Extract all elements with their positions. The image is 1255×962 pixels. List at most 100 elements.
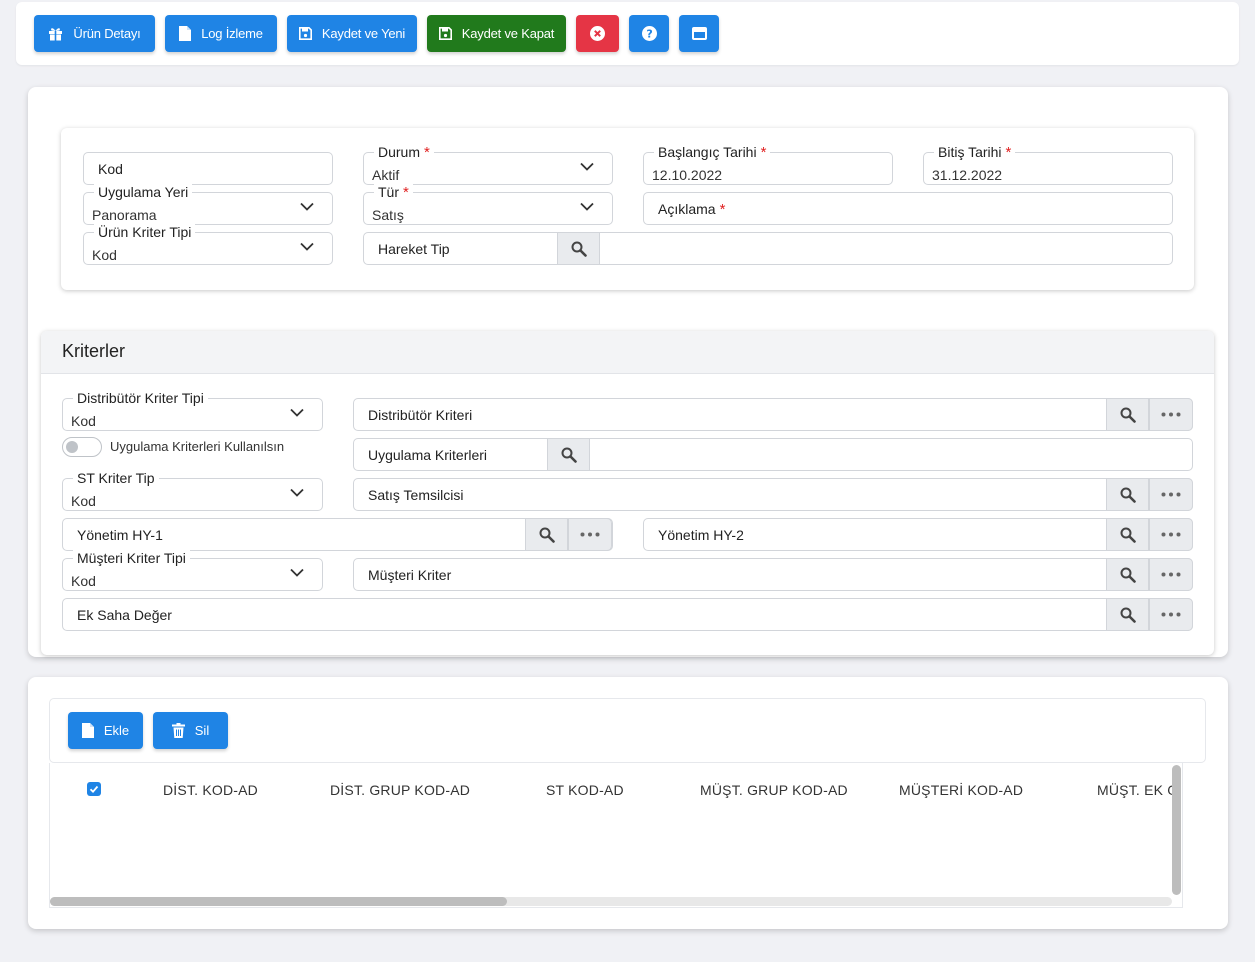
hareket-tip-search-button[interactable] <box>557 232 600 265</box>
search-icon <box>1120 527 1136 543</box>
more-horizontal-icon <box>1161 492 1181 497</box>
sil-button[interactable]: Sil <box>153 712 228 749</box>
urun-kriter-tipi-select[interactable]: Ürün Kriter Tipi Kod <box>83 223 333 265</box>
uygulama-kriterleri-field[interactable]: Uygulama Kriterleri <box>353 438 1193 471</box>
horizontal-scrollbar-thumb[interactable] <box>50 897 507 906</box>
kod-label: Kod <box>98 161 123 177</box>
hareket-tip-label: Hareket Tip <box>378 241 450 257</box>
grid-card: Ekle Sil DİST. KOD-AD DİST. GRUP KOD-AD … <box>28 677 1228 929</box>
more-horizontal-icon <box>1161 532 1181 537</box>
file-icon <box>81 723 94 738</box>
yonetim-hy1-search-button[interactable] <box>525 518 568 551</box>
vertical-scrollbar-thumb[interactable] <box>1172 765 1181 895</box>
ek-saha-deger-more-button[interactable] <box>1149 598 1193 631</box>
urun-kriter-tipi-value: Kod <box>92 247 117 263</box>
chevron-down-icon <box>290 488 304 497</box>
satis-temsilcisi-more-button[interactable] <box>1149 478 1193 511</box>
search-icon <box>571 241 587 257</box>
more-horizontal-icon <box>580 532 600 537</box>
baslangic-tarihi-value: 12.10.2022 <box>652 167 723 183</box>
toolbar: Ürün Detayı Log İzleme Kaydet ve Yeni Ka… <box>16 2 1239 65</box>
hareket-tip-field[interactable]: Hareket Tip <box>363 232 1173 265</box>
urun-detayi-button[interactable]: Ürün Detayı <box>34 15 155 52</box>
kaydet-yeni-label: Kaydet ve Yeni <box>321 26 406 41</box>
yonetim-hy2-search-button[interactable] <box>1106 518 1149 551</box>
yonetim-hy2-more-button[interactable] <box>1149 518 1193 551</box>
ek-saha-deger-field[interactable]: Ek Saha Değer <box>62 598 1193 631</box>
window-icon <box>691 27 707 40</box>
kaydet-yeni-button[interactable]: Kaydet ve Yeni <box>287 15 417 52</box>
search-icon <box>1120 567 1136 583</box>
column-header[interactable]: MÜŞTERİ KOD-AD <box>899 782 1023 798</box>
help-button[interactable]: ? <box>629 15 669 52</box>
uygulama-kriterleri-search-button[interactable] <box>547 438 590 471</box>
uygulama-kriterleri-toggle-label: Uygulama Kriterleri Kullanılsın <box>110 439 285 454</box>
kaydet-kapat-button[interactable]: Kaydet ve Kapat <box>427 15 566 52</box>
yonetim-hy1-field[interactable]: Yönetim HY-1 <box>62 518 613 551</box>
data-grid: DİST. KOD-AD DİST. GRUP KOD-AD ST KOD-AD… <box>49 763 1183 908</box>
baslangic-tarihi-field[interactable]: Başlangıç Tarihi * 12.10.2022 <box>643 143 893 185</box>
select-all-checkbox[interactable] <box>87 782 101 796</box>
uygulama-kriterleri-toggle[interactable] <box>62 437 102 457</box>
chevron-down-icon <box>290 408 304 417</box>
distributor-kriteri-label: Distribütör Kriteri <box>368 407 473 423</box>
musteri-kriter-tipi-value: Kod <box>71 573 96 589</box>
ekle-button[interactable]: Ekle <box>68 712 143 749</box>
question-circle-icon: ? <box>641 26 657 41</box>
musteri-kriter-tipi-select[interactable]: Müşteri Kriter Tipi Kod <box>62 549 323 591</box>
yonetim-hy1-label: Yönetim HY-1 <box>77 527 163 543</box>
durum-label: Durum * <box>374 143 434 162</box>
sil-label: Sil <box>194 723 210 738</box>
satis-temsilcisi-label: Satış Temsilcisi <box>368 487 464 503</box>
urun-kriter-tipi-label: Ürün Kriter Tipi <box>94 223 196 241</box>
urun-detayi-label: Ürün Detayı <box>73 26 141 41</box>
grid-toolbar: Ekle Sil <box>49 698 1206 763</box>
distributor-kriter-tipi-value: Kod <box>71 413 96 429</box>
search-icon <box>1120 487 1136 503</box>
log-izleme-label: Log İzleme <box>201 26 263 41</box>
uygulama-yeri-select[interactable]: Uygulama Yeri Panorama <box>83 183 333 225</box>
baslangic-tarihi-label: Başlangıç Tarihi * <box>654 143 771 162</box>
column-header[interactable]: MÜŞT. EK G <box>1097 782 1178 798</box>
trash-icon <box>171 723 185 738</box>
aciklama-field[interactable]: Açıklama * <box>643 192 1173 225</box>
search-icon <box>539 527 555 543</box>
column-header[interactable]: ST KOD-AD <box>546 782 624 798</box>
satis-temsilcisi-search-button[interactable] <box>1106 478 1149 511</box>
check-icon <box>89 785 99 794</box>
durum-value: Aktif <box>372 167 400 183</box>
ek-saha-deger-search-button[interactable] <box>1106 598 1149 631</box>
column-header[interactable]: DİST. GRUP KOD-AD <box>330 782 470 798</box>
ekle-label: Ekle <box>103 723 130 738</box>
horizontal-scrollbar-track[interactable] <box>50 897 1172 906</box>
tur-label: Tür * <box>374 183 413 202</box>
durum-select[interactable]: Durum * Aktif <box>363 143 613 185</box>
bitis-tarihi-field[interactable]: Bitiş Tarihi * 31.12.2022 <box>923 143 1173 185</box>
st-kriter-tip-select[interactable]: ST Kriter Tip Kod <box>62 469 323 511</box>
more-horizontal-icon <box>1161 612 1181 617</box>
distributor-kriter-tipi-select[interactable]: Distribütör Kriter Tipi Kod <box>62 389 323 431</box>
distributor-kriteri-more-button[interactable] <box>1149 398 1193 431</box>
tur-value: Satış <box>372 207 404 223</box>
satis-temsilcisi-field[interactable]: Satış Temsilcisi <box>353 478 1193 511</box>
musteri-kriter-more-button[interactable] <box>1149 558 1193 591</box>
musteri-kriter-search-button[interactable] <box>1106 558 1149 591</box>
chevron-down-icon <box>580 202 594 211</box>
bitis-tarihi-label: Bitiş Tarihi * <box>934 143 1016 162</box>
distributor-kriteri-field[interactable]: Distribütör Kriteri <box>353 398 1193 431</box>
main-form-card: Kod Durum * Aktif Başlangıç Tarihi * 12.10… <box>28 87 1228 657</box>
column-header[interactable]: DİST. KOD-AD <box>163 782 258 798</box>
log-izleme-button[interactable]: Log İzleme <box>165 15 277 52</box>
cancel-button[interactable] <box>576 15 619 52</box>
kod-field[interactable]: Kod <box>83 152 333 185</box>
more-horizontal-icon <box>1161 572 1181 577</box>
yonetim-hy1-more-button[interactable] <box>568 518 612 551</box>
column-header[interactable]: MÜŞT. GRUP KOD-AD <box>700 782 848 798</box>
tur-select[interactable]: Tür * Satış <box>363 183 613 225</box>
distributor-kriteri-search-button[interactable] <box>1106 398 1149 431</box>
musteri-kriter-field[interactable]: Müşteri Kriter <box>353 558 1193 591</box>
yonetim-hy2-field[interactable]: Yönetim HY-2 <box>643 518 1193 551</box>
search-icon <box>1120 407 1136 423</box>
window-button[interactable] <box>679 15 719 52</box>
chevron-down-icon <box>300 202 314 211</box>
